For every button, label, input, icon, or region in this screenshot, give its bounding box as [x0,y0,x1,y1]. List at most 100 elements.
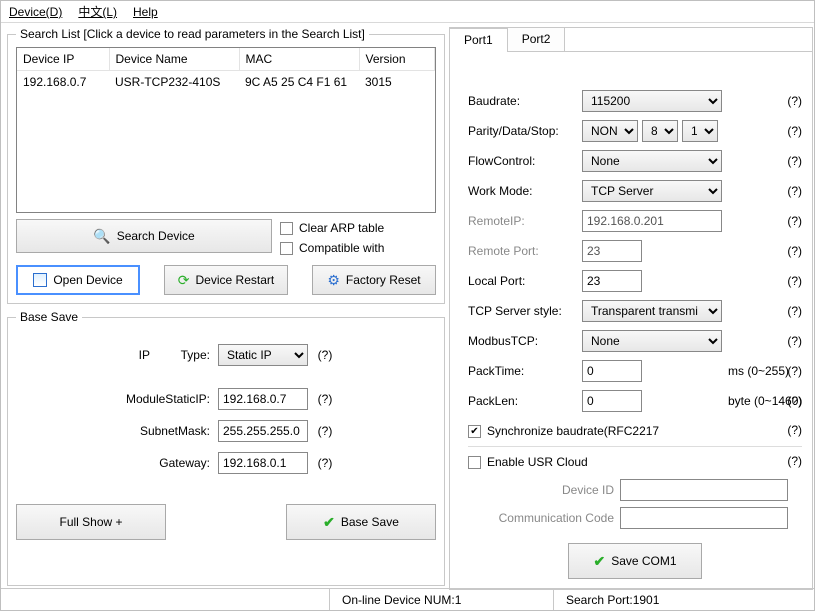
packlen-input[interactable] [582,390,642,412]
parity-select[interactable]: NONE [582,120,638,142]
tab-port1[interactable]: Port1 [449,28,508,52]
compatible-label: Compatible with [299,241,384,255]
cell-ver: 3015 [359,71,435,94]
tcpstyle-label: TCP Server style: [468,304,582,318]
col-device-name[interactable]: Device Name [109,48,239,71]
base-save-button[interactable]: ✔ Base Save [286,504,436,540]
help-cloud[interactable]: (?) [787,454,802,468]
search-icon: 🔍 [93,228,110,245]
help-rip[interactable]: (?) [787,214,802,228]
help-tcpstyle[interactable]: (?) [787,304,802,318]
help-flow[interactable]: (?) [787,154,802,168]
localport-label: Local Port: [468,274,582,288]
flow-select[interactable]: None [582,150,722,172]
factory-reset-button[interactable]: ⚙ Factory Reset [312,265,436,295]
device-table[interactable]: Device IP Device Name MAC Version 192.16… [16,47,436,213]
base-save-legend: Base Save [16,310,82,324]
device-id-label: Device ID [492,483,620,497]
comm-code-input [620,507,788,529]
packlen-unit: byte (0~1460) [722,394,776,408]
subnet-label: SubnetMask: [102,424,218,438]
data-select[interactable]: 8 [642,120,678,142]
workmode-label: Work Mode: [468,184,582,198]
status-online: On-line Device NUM:1 [329,589,553,610]
gear-icon: ⚙ [327,272,340,289]
flow-label: FlowControl: [468,154,582,168]
clear-arp-checkbox[interactable]: Clear ARP table [280,221,384,235]
packlen-label: PackLen: [468,394,582,408]
stop-select[interactable]: 1 [682,120,718,142]
col-version[interactable]: Version [359,48,435,71]
modbus-select[interactable]: None [582,330,722,352]
port-tabs: Port1 Port2 Baudrate: 115200 (?) Parity/… [449,27,813,590]
compatible-checkbox[interactable]: Compatible with [280,241,384,255]
menubar: Device(D) 中文(L) Help [1,1,814,23]
remoteport-input [582,240,642,262]
port1-body: Baudrate: 115200 (?) Parity/Data/Stop: N… [450,51,812,589]
help-subnet[interactable]: (?) [308,424,342,438]
tab-port2[interactable]: Port2 [507,27,566,51]
sync-baudrate-label: Synchronize baudrate(RFC2217 [487,424,659,438]
base-save-label: Base Save [341,515,399,529]
help-rport[interactable]: (?) [787,244,802,258]
open-device-button[interactable]: Open Device [16,265,140,295]
full-show-button[interactable]: Full Show + [16,504,166,540]
enable-cloud-checkbox[interactable]: Enable USR Cloud [468,449,776,475]
packtime-unit: ms (0~255) [722,364,776,378]
help-work[interactable]: (?) [787,184,802,198]
help-packlen[interactable]: (?) [787,394,802,408]
help-sync[interactable]: (?) [787,423,802,437]
factory-reset-label: Factory Reset [346,273,421,287]
restart-icon: ⟳ [178,272,190,289]
help-static-ip[interactable]: (?) [308,392,342,406]
search-list-group: Search List [Click a device to read para… [7,27,445,304]
menu-device[interactable]: Device(D) [9,5,62,19]
search-device-button[interactable]: 🔍 Search Device [16,219,272,253]
static-ip-input[interactable] [218,388,308,410]
device-restart-button[interactable]: ⟳ Device Restart [164,265,288,295]
help-gateway[interactable]: (?) [308,456,342,470]
sync-baudrate-checkbox[interactable]: Synchronize baudrate(RFC2217 [468,418,776,444]
baudrate-select[interactable]: 115200 [582,90,722,112]
remoteip-input [582,210,722,232]
help-modbus[interactable]: (?) [787,334,802,348]
comm-code-label: Communication Code [492,511,620,525]
search-list-legend: Search List [Click a device to read para… [16,27,369,41]
gateway-input[interactable] [218,452,308,474]
menu-lang[interactable]: 中文(L) [78,3,117,20]
static-ip-label: ModuleStaticIP: [102,392,218,406]
clear-arp-label: Clear ARP table [299,221,384,235]
col-device-ip[interactable]: Device IP [17,48,109,71]
workmode-select[interactable]: TCP Server [582,180,722,202]
help-baud[interactable]: (?) [787,94,802,108]
table-row[interactable]: 192.168.0.7 USR-TCP232-410S 9C A5 25 C4 … [17,71,435,94]
packtime-input[interactable] [582,360,642,382]
help-pds[interactable]: (?) [787,124,802,138]
menu-help[interactable]: Help [133,5,158,19]
status-bar: On-line Device NUM:1 Search Port:1901 [1,588,814,610]
search-device-label: Search Device [117,229,195,243]
baudrate-label: Baudrate: [468,94,582,108]
device-id-input [620,479,788,501]
cell-ip: 192.168.0.7 [17,71,109,94]
document-icon [33,273,47,287]
subnet-input[interactable] [218,420,308,442]
tcpstyle-select[interactable]: Transparent transmi [582,300,722,322]
cell-name: USR-TCP232-410S [109,71,239,94]
save-com1-button[interactable]: ✔ Save COM1 [568,543,702,579]
base-save-group: Base Save IP Type: Static IP (?) ModuleS… [7,310,445,586]
gateway-label: Gateway: [102,456,218,470]
open-device-label: Open Device [53,273,122,287]
packtime-label: PackTime: [468,364,582,378]
help-lport[interactable]: (?) [787,274,802,288]
ip-type-select[interactable]: Static IP [218,344,308,366]
help-ip-type[interactable]: (?) [308,348,342,362]
col-mac[interactable]: MAC [239,48,359,71]
save-com1-label: Save COM1 [611,554,676,568]
checkbox-icon [468,425,481,438]
pds-label: Parity/Data/Stop: [468,124,582,138]
status-search-port: Search Port:1901 [553,589,814,610]
checkbox-icon [280,242,293,255]
localport-input[interactable] [582,270,642,292]
help-packtime[interactable]: (?) [787,364,802,378]
